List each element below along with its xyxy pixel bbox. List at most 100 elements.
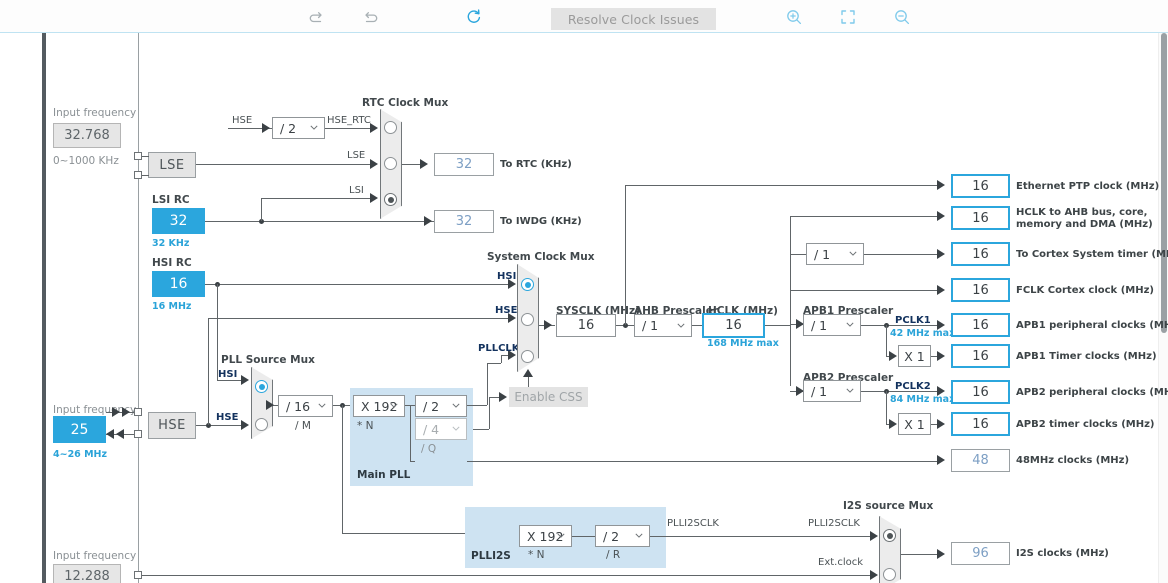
pll-n-multiplier-select[interactable]: X 192 bbox=[353, 395, 405, 417]
resolve-clock-issues-button[interactable]: Resolve Clock Issues bbox=[551, 8, 716, 30]
hsi-value-field[interactable]: 16 bbox=[152, 271, 205, 297]
output-value-4[interactable]: 16 bbox=[951, 313, 1010, 337]
plli2s-r-divider-select[interactable]: / 2 bbox=[595, 525, 650, 547]
hclk-value[interactable]: 16 bbox=[702, 313, 765, 338]
enable-css-button[interactable]: Enable CSS bbox=[509, 387, 588, 407]
sys-mux-option-pllclk[interactable] bbox=[521, 350, 534, 363]
pll-mux-option-hsi[interactable] bbox=[255, 380, 268, 393]
apb1-prescaler-select[interactable]: / 1 bbox=[803, 314, 861, 336]
output-value-6[interactable]: 16 bbox=[951, 380, 1010, 404]
lsi-value-field[interactable]: 32 bbox=[152, 208, 205, 234]
wire-hclk-ahb bbox=[790, 216, 941, 217]
plli2s-r-sublabel: / R bbox=[606, 549, 621, 561]
rtc-hse-divider-value: / 2 bbox=[280, 120, 297, 136]
apb1-timer-multiplier: X 1 bbox=[898, 345, 931, 367]
rtc-mux-option-hse-rtc[interactable] bbox=[384, 121, 397, 134]
chevron-down-icon bbox=[677, 323, 685, 328]
ext-clock-label: Ext.clock bbox=[818, 557, 864, 568]
wire-plli2sclk bbox=[650, 536, 874, 537]
rtc-hse-divider-select[interactable]: / 2 bbox=[272, 117, 325, 139]
redo-icon[interactable] bbox=[358, 6, 382, 28]
arrow bbox=[499, 392, 507, 402]
plli2s-r-value: / 2 bbox=[603, 528, 620, 544]
sys-mux-option-hsi[interactable] bbox=[521, 278, 534, 291]
signal-label-hse-pll: HSE bbox=[216, 412, 239, 423]
pll-m-value: / 16 bbox=[286, 398, 311, 414]
scrollbar-thumb[interactable] bbox=[1161, 33, 1167, 333]
hse-pin-in bbox=[134, 408, 142, 416]
wire-lsi-to-rtcmux bbox=[261, 198, 372, 199]
hse-input-frequency-field[interactable]: 25 bbox=[53, 416, 106, 443]
i2s-input-frequency-label: Input frequency bbox=[53, 550, 137, 562]
signal-label-hse-rtcdiv: HSE bbox=[232, 115, 253, 126]
arrow bbox=[241, 420, 249, 430]
rtc-mux-option-lse[interactable] bbox=[384, 157, 397, 170]
to-iwdg-value[interactable]: 32 bbox=[434, 210, 494, 233]
fit-to-screen-icon[interactable] bbox=[836, 6, 860, 28]
arrow bbox=[370, 193, 378, 203]
i2s-mux-option-plli2sclk[interactable] bbox=[883, 529, 896, 542]
vertical-scrollbar[interactable] bbox=[1158, 33, 1168, 583]
output-value-2[interactable]: 16 bbox=[951, 242, 1010, 266]
pll-mux-option-hse[interactable] bbox=[255, 418, 268, 431]
output-48mhz-value[interactable]: 48 bbox=[951, 449, 1010, 472]
wire-div2-to-rtcmux bbox=[325, 128, 372, 129]
i2s-source-mux-title: I2S source Mux bbox=[843, 500, 934, 512]
i2s-mux-option-ext-clock[interactable] bbox=[883, 568, 896, 581]
pll-q-divider-select[interactable]: / 4 bbox=[415, 418, 467, 440]
output-label-2: To Cortex System timer (MHz) bbox=[1016, 249, 1168, 260]
output-value-3[interactable]: 16 bbox=[951, 278, 1010, 302]
zoom-out-icon[interactable] bbox=[890, 6, 914, 28]
output-48mhz-label: 48MHz clocks (MHz) bbox=[1016, 455, 1130, 466]
undo-icon[interactable] bbox=[305, 6, 329, 28]
pll-m-divider-select[interactable]: / 16 bbox=[278, 395, 333, 417]
sysclk-value[interactable]: 16 bbox=[556, 314, 616, 337]
lse-oscillator-block[interactable]: LSE bbox=[148, 152, 196, 178]
output-label-6: APB2 peripheral clocks (MHz) bbox=[1016, 387, 1168, 398]
rtc-mux-option-lsi[interactable] bbox=[384, 193, 397, 206]
output-i2s-value[interactable]: 96 bbox=[951, 542, 1010, 565]
lse-input-frequency-label: Input frequency bbox=[53, 107, 137, 119]
left-rail bbox=[42, 33, 46, 583]
output-value-0[interactable]: 16 bbox=[951, 174, 1010, 198]
pll-m-sublabel: / M bbox=[295, 420, 311, 432]
output-label-4: APB1 peripheral clocks (MHz) bbox=[1016, 320, 1168, 331]
output-value-7[interactable]: 16 bbox=[951, 412, 1010, 436]
output-value-5[interactable]: 16 bbox=[951, 344, 1010, 368]
hse-oscillator-block[interactable]: HSE bbox=[148, 412, 196, 439]
pll-p-divider-select[interactable]: / 2 bbox=[415, 395, 467, 417]
hse-pin-out bbox=[134, 430, 142, 438]
lse-input-frequency-field[interactable]: 32.768 bbox=[53, 123, 121, 148]
chevron-down-icon bbox=[310, 125, 318, 130]
lse-pin-out bbox=[134, 171, 142, 179]
wire-hclk-cortex bbox=[790, 254, 806, 255]
i2s-input-frequency-field[interactable]: 12.288 bbox=[53, 564, 121, 583]
refresh-icon[interactable] bbox=[462, 6, 486, 28]
apb2-prescaler-select[interactable]: / 1 bbox=[803, 380, 861, 402]
zoom-in-icon[interactable] bbox=[782, 6, 806, 28]
arrow bbox=[116, 429, 124, 439]
sys-mux-option-hse[interactable] bbox=[521, 313, 534, 326]
output-value-1[interactable]: 16 bbox=[951, 206, 1010, 230]
arrow bbox=[937, 549, 945, 559]
ahb-prescaler-value: / 1 bbox=[642, 318, 659, 333]
plli2s-label: PLLI2S bbox=[471, 550, 511, 562]
cortex-systick-prescaler-select[interactable]: / 1 bbox=[806, 243, 864, 265]
signal-label-pllclk: PLLCLK bbox=[478, 343, 520, 354]
plli2s-n-multiplier-select[interactable]: X 192 bbox=[519, 525, 572, 547]
wire-fclk bbox=[790, 290, 941, 291]
signal-label-lsi: LSI bbox=[349, 185, 364, 196]
output-label-5: APB1 Timer clocks (MHz) bbox=[1016, 351, 1157, 362]
arrow bbox=[370, 123, 378, 133]
to-rtc-value[interactable]: 32 bbox=[434, 153, 494, 176]
chevron-down-icon bbox=[452, 403, 460, 408]
wire-i2smux-out bbox=[901, 554, 941, 555]
pclk1-max-label: 42 MHz max bbox=[890, 328, 956, 339]
pll-q-value: / 4 bbox=[423, 421, 440, 437]
wire bbox=[692, 325, 702, 326]
ahb-prescaler-select[interactable]: / 1 bbox=[634, 314, 692, 337]
signal-label-hsi-pll: HSI bbox=[218, 369, 238, 380]
pll-q-sublabel: / Q bbox=[421, 443, 437, 455]
wire bbox=[142, 175, 149, 176]
wire-hse-to-sysmux bbox=[208, 318, 510, 319]
